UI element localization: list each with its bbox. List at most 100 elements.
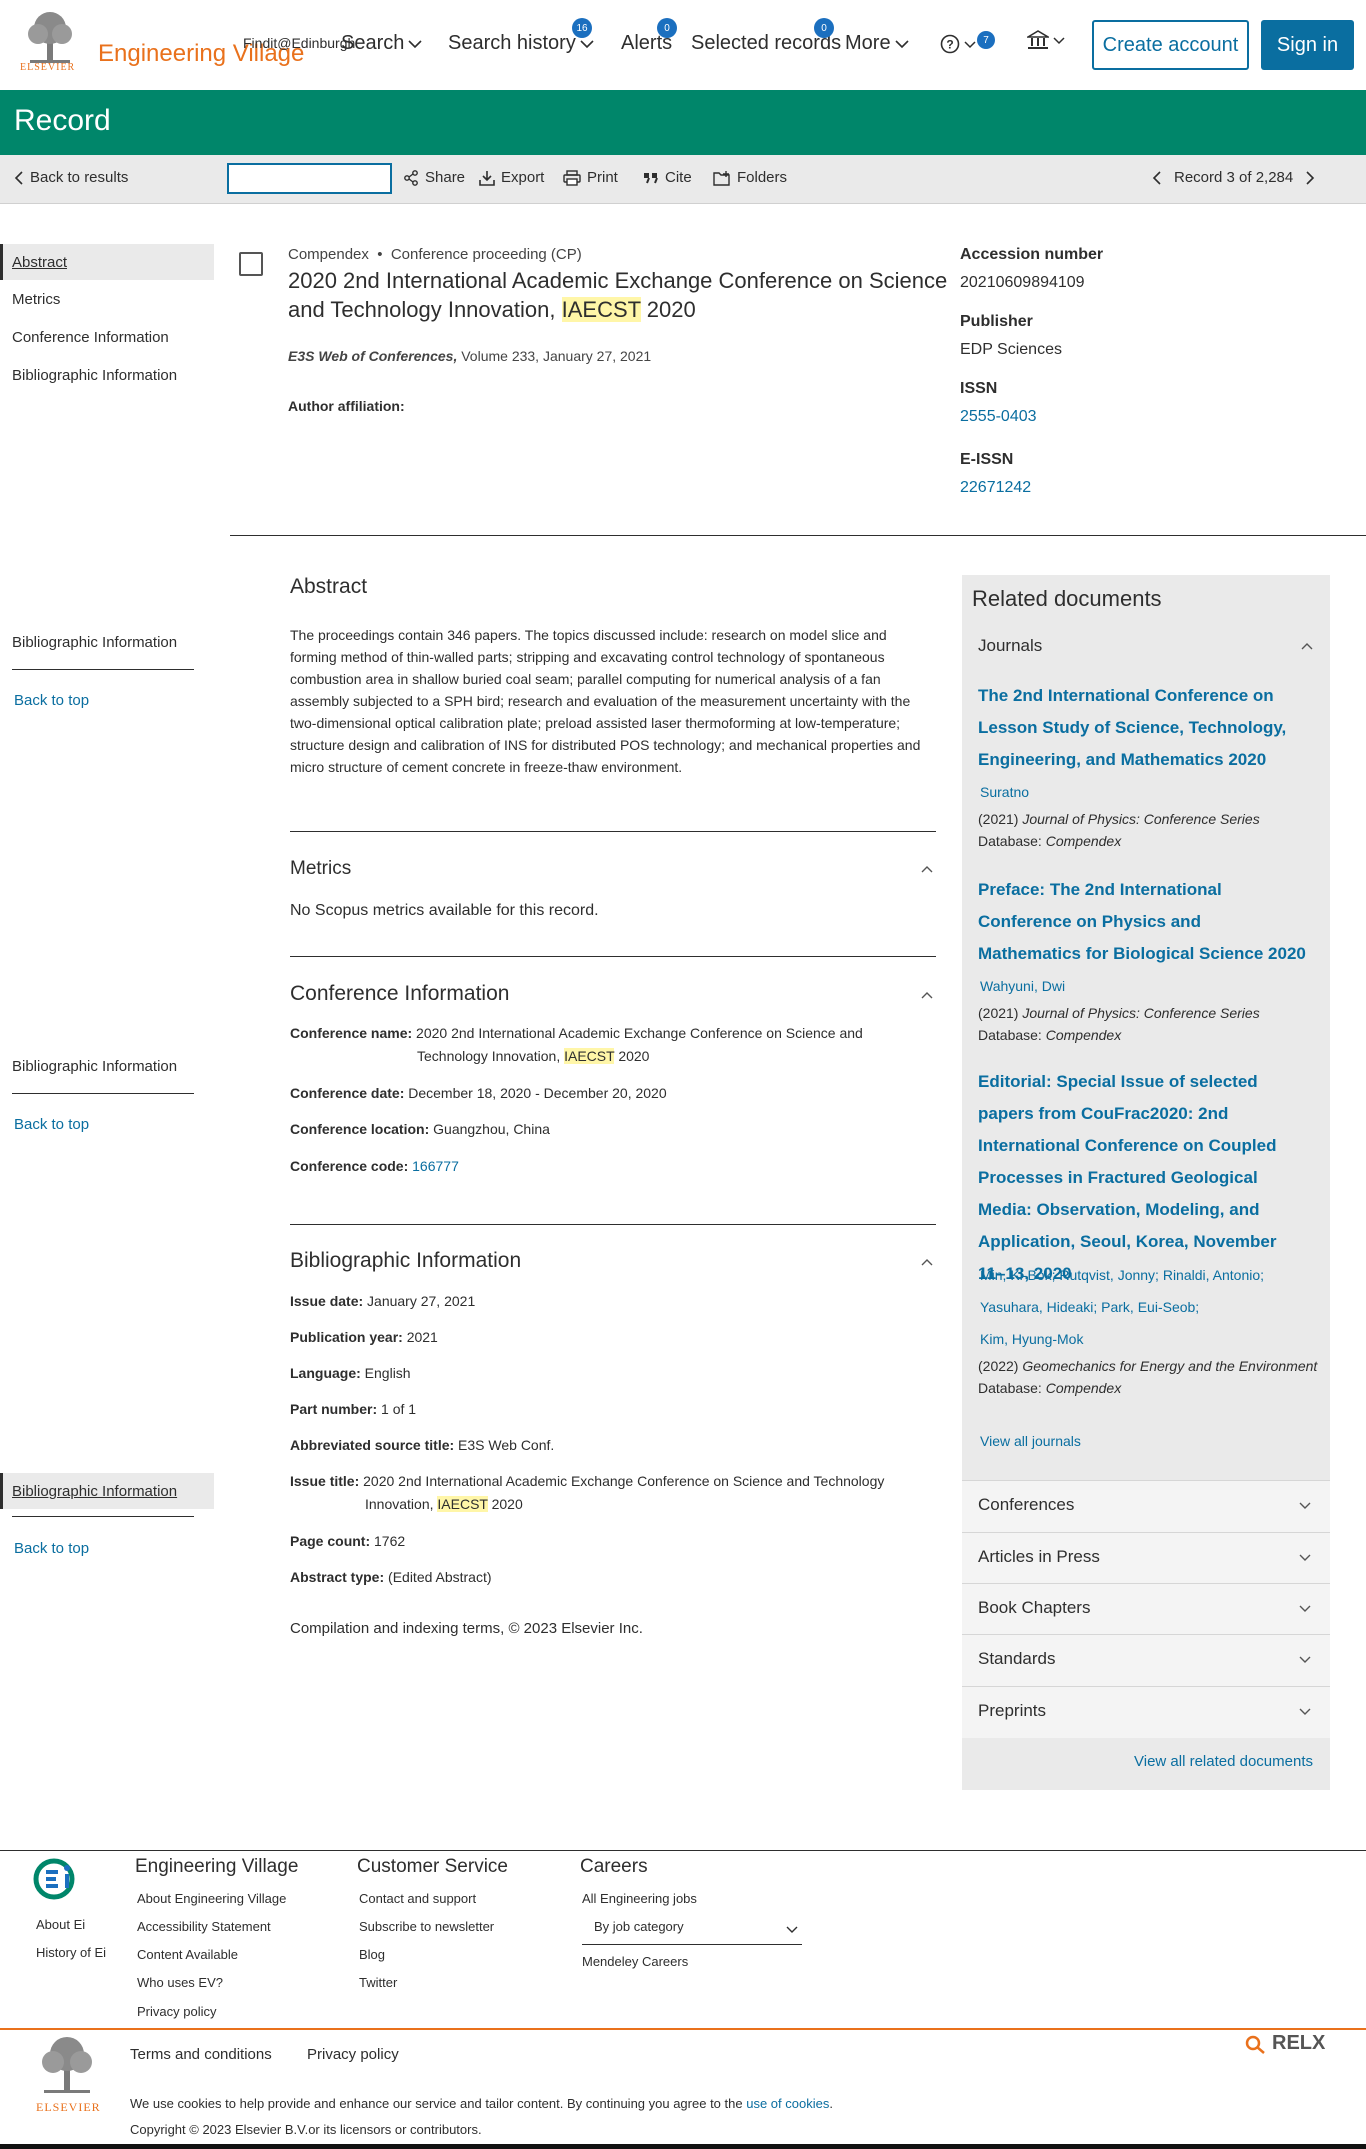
left-nav-bibliographic-information[interactable]: Bibliographic Information	[0, 624, 214, 660]
related-doc-authors-link[interactable]: Min, Ki-Bok; Rutqvist, Jonny; Rinaldi, A…	[980, 1259, 1264, 1291]
related-doc-authors-link[interactable]: Kim, Hyung-Mok	[980, 1323, 1083, 1355]
back-to-top-link[interactable]: Back to top	[14, 692, 89, 709]
chevron-right-icon[interactable]	[1305, 170, 1315, 185]
relx-logo[interactable]: RELX	[1244, 2032, 1325, 2055]
left-nav-bibliographic-information[interactable]: Bibliographic Information	[0, 357, 214, 393]
related-conferences-toggle[interactable]: Conferences	[962, 1480, 1330, 1532]
related-standards-toggle[interactable]: Standards	[962, 1634, 1330, 1686]
related-book-chapters-toggle[interactable]: Book Chapters	[962, 1583, 1330, 1635]
footer-col-customer-service-heading: Customer Service	[357, 1856, 508, 1877]
share-icon	[404, 169, 418, 186]
nav-help[interactable]: ?	[940, 34, 976, 54]
share-button[interactable]: Share	[403, 169, 465, 186]
print-icon	[563, 169, 581, 186]
sign-in-button[interactable]: Sign in	[1261, 20, 1354, 70]
record-meta-line: Compendex • Conference proceeding (CP)	[288, 246, 582, 263]
view-all-related-documents-link[interactable]: View all related documents	[1134, 1753, 1313, 1770]
source-details: Volume 233, January 27, 2021	[461, 348, 652, 364]
back-to-results-link[interactable]: Back to results	[14, 169, 128, 186]
bibliographic-heading[interactable]: Bibliographic Information	[290, 1249, 521, 1273]
conference-code-label: Conference code:	[290, 1158, 409, 1174]
conference-code-link[interactable]: 166777	[412, 1158, 459, 1174]
source-title[interactable]: E3S Web of Conferences,	[288, 348, 457, 364]
eissn-link[interactable]: 22671242	[960, 479, 1031, 497]
left-nav-bibliographic-information[interactable]: Bibliographic Information	[0, 1473, 214, 1509]
related-doc-database: Database: Compendex	[978, 1377, 1121, 1399]
divider	[12, 1093, 194, 1094]
chevron-up-icon[interactable]	[920, 990, 934, 1004]
footer-link[interactable]: Subscribe to newsletter	[359, 1919, 494, 1934]
chevron-up-icon[interactable]	[920, 864, 934, 878]
left-nav-bibliographic-information[interactable]: Bibliographic Information	[0, 1048, 214, 1084]
elsevier-tree-logo-icon[interactable]	[32, 2034, 102, 2106]
footer-link[interactable]: Mendeley Careers	[582, 1954, 688, 1969]
conference-name-highlight: IAECST	[564, 1048, 615, 1064]
chevron-down-icon	[1299, 1554, 1311, 1561]
footer-link[interactable]: Contact and support	[359, 1891, 476, 1906]
select-record-checkbox[interactable]	[239, 252, 263, 276]
source-line: E3S Web of Conferences, Volume 233, Janu…	[288, 348, 651, 364]
cite-button[interactable]: Cite	[643, 169, 692, 186]
chevron-down-icon	[408, 39, 422, 48]
history-ei-link[interactable]: History of Ei	[36, 1945, 106, 1960]
metrics-heading[interactable]: Metrics	[290, 858, 351, 880]
create-account-button[interactable]: Create account	[1092, 20, 1249, 70]
related-articles-in-press-toggle[interactable]: Articles in Press	[962, 1532, 1330, 1584]
divider	[290, 831, 936, 832]
cookie-notice: We use cookies to help provide and enhan…	[130, 2096, 833, 2111]
footer-link[interactable]: Privacy policy	[137, 2004, 216, 2019]
findit-label[interactable]: Findit@Edinburgh	[243, 35, 355, 51]
terms-link[interactable]: Terms and conditions	[130, 2046, 272, 2063]
chevron-up-icon[interactable]	[1300, 641, 1314, 651]
site-header: ELSEVIER Engineering Village Search Sear…	[0, 0, 1366, 90]
related-doc-database-label: Database:	[978, 1380, 1042, 1396]
nav-institution[interactable]	[1027, 30, 1065, 50]
issue-title-year: 2020	[491, 1496, 523, 1512]
use-of-cookies-link[interactable]: use of cookies	[746, 2096, 829, 2111]
footer-link[interactable]: Twitter	[359, 1975, 397, 1990]
footer-link[interactable]: Who uses EV?	[137, 1975, 223, 1990]
ei-logo-icon[interactable]	[32, 1856, 80, 1902]
chevron-left-icon[interactable]	[1152, 170, 1162, 185]
footer-link[interactable]: All Engineering jobs	[582, 1891, 697, 1906]
nav-more[interactable]: More	[845, 32, 909, 55]
related-doc-database-label: Database:	[978, 833, 1042, 849]
footer-link[interactable]: Blog	[359, 1947, 385, 1962]
job-category-select[interactable]: By job category	[582, 1913, 802, 1945]
related-doc-source: (2022) Geomechanics for Energy and the E…	[978, 1355, 1317, 1377]
about-ei-link[interactable]: About Ei	[36, 1917, 85, 1932]
left-nav-metrics[interactable]: Metrics	[0, 281, 214, 317]
footer-link[interactable]: Content Available	[137, 1947, 238, 1962]
chevron-left-icon	[14, 170, 23, 185]
left-nav-abstract[interactable]: Abstract	[0, 244, 214, 280]
findit-button[interactable]	[227, 163, 392, 194]
related-doc-title-link[interactable]: Preface: The 2nd International Conferenc…	[978, 874, 1308, 970]
view-all-journals-link[interactable]: View all journals	[980, 1433, 1081, 1449]
chevron-down-icon	[786, 1926, 798, 1933]
footer-link[interactable]: About Engineering Village	[137, 1891, 286, 1906]
conference-location-label: Conference location:	[290, 1121, 430, 1137]
related-doc-author-link[interactable]: Wahyuni, Dwi	[980, 970, 1065, 1002]
conference-heading[interactable]: Conference Information	[290, 982, 509, 1006]
related-doc-author-link[interactable]: Suratno	[980, 776, 1029, 808]
related-preprints-toggle[interactable]: Preprints	[962, 1686, 1330, 1738]
privacy-link[interactable]: Privacy policy	[307, 2046, 399, 2063]
back-to-top-link[interactable]: Back to top	[14, 1116, 89, 1133]
folders-button[interactable]: Folders	[713, 169, 787, 186]
related-doc-authors-link[interactable]: Yasuhara, Hideaki; Park, Eui-Seob;	[980, 1291, 1199, 1323]
related-doc-title-link[interactable]: The 2nd International Conference on Less…	[978, 680, 1308, 776]
footer-link[interactable]: Accessibility Statement	[137, 1919, 271, 1934]
chevron-up-icon[interactable]	[920, 1257, 934, 1271]
left-nav-conference-information[interactable]: Conference Information	[0, 319, 214, 355]
related-doc-database-value: Compendex	[1045, 1380, 1122, 1396]
back-to-top-link[interactable]: Back to top	[14, 1540, 89, 1557]
nav-search-history[interactable]: Search history	[448, 32, 594, 55]
document-type-label: Conference proceeding (CP)	[390, 246, 582, 263]
issn-link[interactable]: 2555-0403	[960, 408, 1037, 426]
export-button[interactable]: Export	[479, 169, 544, 186]
related-doc-title-link[interactable]: Editorial: Special Issue of selected pap…	[978, 1066, 1308, 1290]
print-button[interactable]: Print	[563, 169, 618, 186]
svg-text:?: ?	[946, 38, 953, 52]
record-pager-label: Record 3 of 2,284	[1174, 169, 1294, 186]
related-journals-toggle[interactable]: Journals	[978, 636, 1042, 656]
